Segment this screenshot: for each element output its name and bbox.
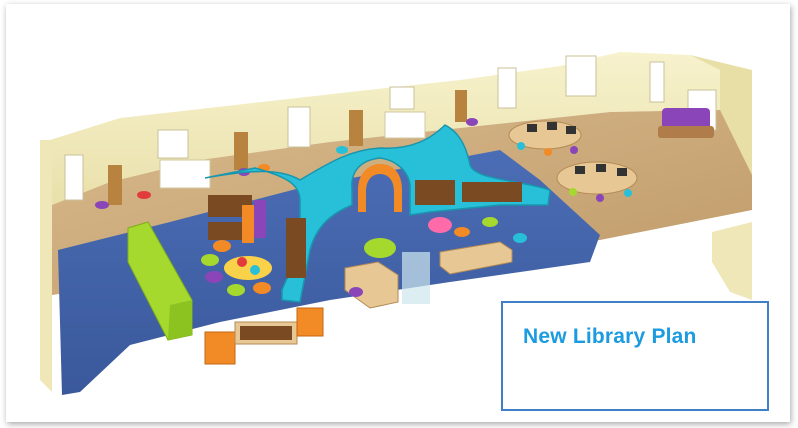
caption-title: New Library Plan <box>523 325 697 348</box>
purple-bench <box>658 108 714 138</box>
caption-box: New Library Plan <box>501 301 769 411</box>
adjacent-room <box>712 222 752 300</box>
left-wall <box>40 140 52 392</box>
